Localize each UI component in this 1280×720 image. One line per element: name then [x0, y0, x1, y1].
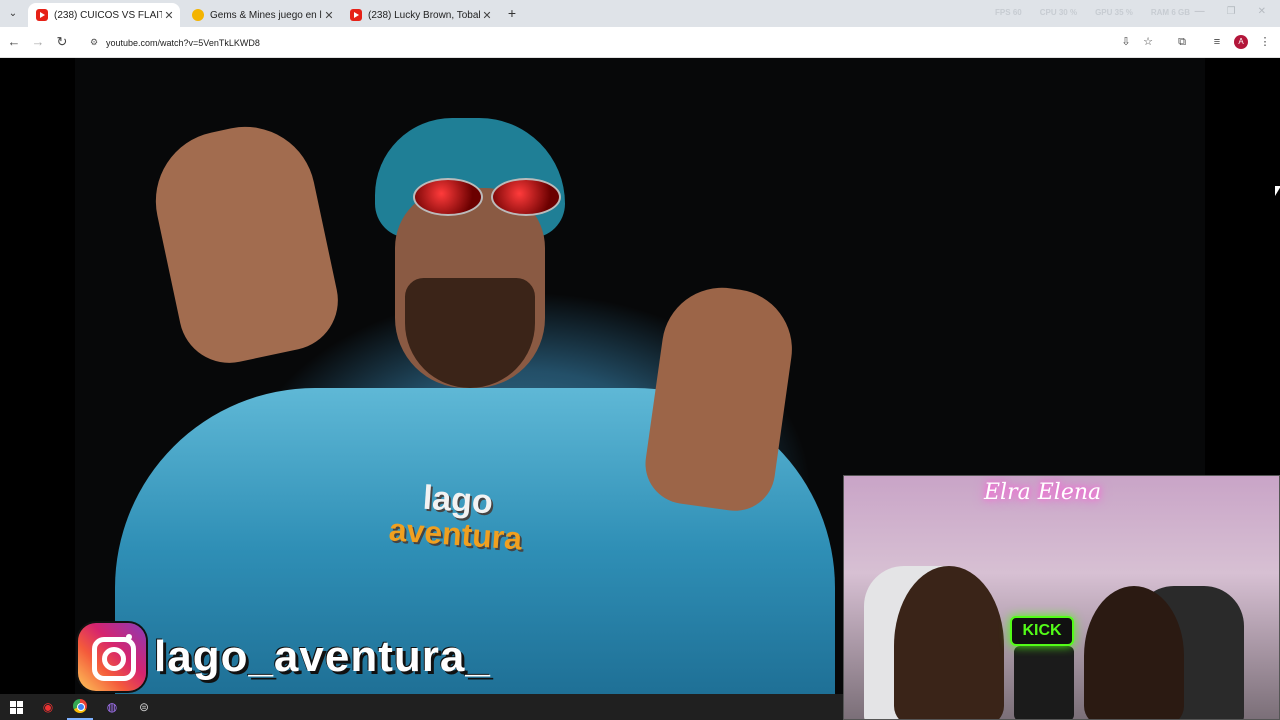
url-text[interactable]: youtube.com/watch?v=5VenTkLKWD8 — [106, 38, 260, 48]
chevron-down-icon: ⌄ — [8, 7, 18, 19]
minimize-icon[interactable]: — — [1195, 6, 1205, 17]
stat-ram: RAM 6 GB — [1150, 8, 1190, 17]
media-control-icon[interactable]: ≡ — [1209, 34, 1225, 50]
tab-title: Gems & Mines juego en linea | — [210, 9, 322, 21]
bookmark-star-icon[interactable]: ☆ — [1140, 34, 1156, 50]
browser-toolbar: ← → ↻ ⚙ youtube.com/watch?v=5VenTkLKWD8 … — [0, 27, 1280, 58]
power-app-icon[interactable]: ◉ — [35, 694, 61, 720]
speaker — [1014, 646, 1074, 719]
kick-logo: KICK — [1010, 616, 1074, 646]
window-controls: — ❐ ✕ — [1195, 6, 1266, 17]
close-icon[interactable]: ✕ — [322, 9, 336, 22]
shirt-logo: lago aventura — [387, 478, 524, 557]
menu-kebab-icon[interactable]: ⋮ — [1257, 34, 1273, 50]
extensions-icon[interactable]: ⧉ — [1174, 34, 1190, 50]
person-right — [1084, 586, 1184, 719]
youtube-icon — [350, 9, 362, 21]
stat-gpu: GPU 35 % — [1095, 8, 1133, 17]
stat-cpu: CPU 30 % — [1039, 8, 1078, 17]
gem-icon — [192, 9, 204, 21]
reload-icon[interactable]: ↻ — [54, 34, 70, 50]
tab-cuicos-vs-flaites[interactable]: (238) CUICOS VS FLAITES ✕ — [28, 3, 180, 27]
site-info-icon[interactable]: ⚙ — [86, 37, 102, 48]
forward-icon[interactable]: → — [30, 34, 46, 50]
address-bar[interactable]: ⚙ youtube.com/watch?v=5VenTkLKWD8 — [80, 31, 1170, 54]
instagram-icon — [78, 623, 146, 691]
close-window-icon[interactable]: ✕ — [1258, 6, 1266, 17]
restore-icon[interactable]: ❐ — [1227, 6, 1236, 17]
profile-avatar[interactable]: A — [1234, 35, 1248, 49]
new-tab-button[interactable]: + — [504, 5, 520, 21]
instagram-handle: lago_aventura_ — [154, 632, 491, 681]
tab-strip: ⌄ (238) CUICOS VS FLAITES ✕ Gems & Mines… — [0, 0, 1280, 27]
tab-lucky-brown[interactable]: (238) Lucky Brown, Tobal MJ - ✕ — [342, 3, 498, 27]
neon-sign: Elra Elena — [984, 480, 1102, 505]
tab-title: (238) CUICOS VS FLAITES — [54, 9, 162, 21]
person-left — [894, 566, 1004, 719]
chrome-icon[interactable] — [67, 694, 93, 720]
system-stats-overlay: FPS 60 CPU 30 % GPU 35 % RAM 6 GB — [995, 8, 1190, 17]
app-circle-icon[interactable]: ⊜ — [131, 694, 157, 720]
streaming-app-icon[interactable]: ◍ — [99, 694, 125, 720]
tab-gems-mines[interactable]: Gems & Mines juego en linea | ✕ — [184, 3, 340, 27]
taskbar: ◉ ◍ ⊜ — [0, 694, 843, 720]
webcam-overlay: Elra Elena KICK — [843, 475, 1280, 720]
left-hand — [142, 113, 348, 373]
stat-fps: FPS 60 — [995, 8, 1022, 17]
tab-title: (238) Lucky Brown, Tobal MJ - — [368, 9, 480, 21]
mouse-cursor-icon — [1275, 186, 1280, 196]
close-icon[interactable]: ✕ — [480, 9, 494, 22]
red-sunglasses — [405, 178, 565, 218]
tab-search-button[interactable]: ⌄ — [4, 4, 22, 22]
back-icon[interactable]: ← — [6, 34, 22, 50]
close-icon[interactable]: ✕ — [162, 9, 176, 22]
instagram-watermark: lago_aventura_ — [78, 623, 491, 691]
install-app-icon[interactable]: ⇩ — [1118, 34, 1134, 50]
youtube-icon — [36, 9, 48, 21]
windows-start-icon[interactable] — [3, 694, 29, 720]
